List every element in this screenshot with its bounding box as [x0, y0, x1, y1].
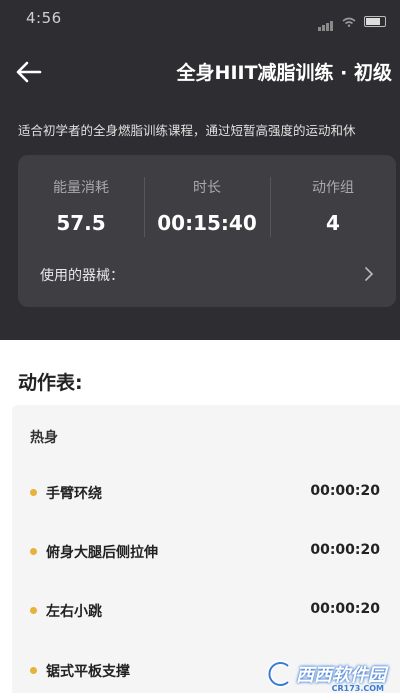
exercise-name: 手臂环绕	[46, 486, 102, 502]
stat-value: 00:15:40	[157, 211, 257, 235]
stat-sets: 动作组 4	[270, 177, 396, 235]
stat-label: 时长	[193, 180, 221, 196]
bullet-dot	[30, 548, 37, 555]
watermark-subtext: CR173.COM	[331, 684, 384, 693]
summary-card: 能量消耗 57.5 时长 00:15:40 动作组 4 使用的器械：	[18, 155, 396, 307]
battery-icon	[364, 16, 386, 27]
status-time: 4:56	[26, 9, 62, 27]
watermark-c-icon	[267, 660, 290, 688]
list-item[interactable]: 左右小跳 00:00:20	[12, 597, 400, 627]
exercise-name: 锯式平板支撑	[46, 664, 130, 680]
back-arrow-icon[interactable]	[14, 58, 44, 86]
exercise-time: 00:00:20	[310, 483, 380, 499]
page-title: 全身HIIT减脂训练 · 初级	[176, 62, 392, 84]
stat-energy: 能量消耗 57.5	[18, 177, 144, 235]
stat-label: 动作组	[312, 180, 354, 196]
list-item[interactable]: 手臂环绕 00:00:20	[12, 479, 400, 509]
list-item[interactable]: 俯身大腿后侧拉伸 00:00:20	[12, 538, 400, 568]
stat-duration: 时长 00:15:40	[144, 177, 270, 235]
stat-value: 4	[326, 211, 340, 235]
chevron-right-icon[interactable]	[364, 267, 374, 281]
status-icons	[318, 12, 386, 31]
course-header: 4:56 全身HIIT减脂训练 · 初级 适合初学者的全身燃脂训练课程，通过短暂…	[0, 0, 400, 340]
exercise-table-title: 动作表:	[18, 372, 83, 394]
bullet-dot	[30, 667, 37, 674]
exercise-list: 热身 手臂环绕 00:00:20 俯身大腿后侧拉伸 00:00:20 左右小跳 …	[12, 405, 400, 693]
stat-value: 57.5	[56, 211, 106, 235]
exercise-name: 俯身大腿后侧拉伸	[46, 545, 158, 561]
wifi-icon	[342, 17, 356, 27]
exercise-time: 00:00:20	[310, 542, 380, 558]
stat-label: 能量消耗	[53, 180, 109, 196]
group-title: 热身	[30, 430, 58, 446]
bullet-dot	[30, 607, 37, 614]
exercise-name: 左右小跳	[46, 604, 102, 620]
course-description: 适合初学者的全身燃脂训练课程，通过短暂高强度的运动和休	[18, 123, 356, 138]
exercise-time: 00:00:20	[310, 601, 380, 617]
signal-icon	[318, 12, 334, 31]
equipment-row[interactable]: 使用的器械：	[40, 265, 124, 285]
bullet-dot	[30, 489, 37, 496]
